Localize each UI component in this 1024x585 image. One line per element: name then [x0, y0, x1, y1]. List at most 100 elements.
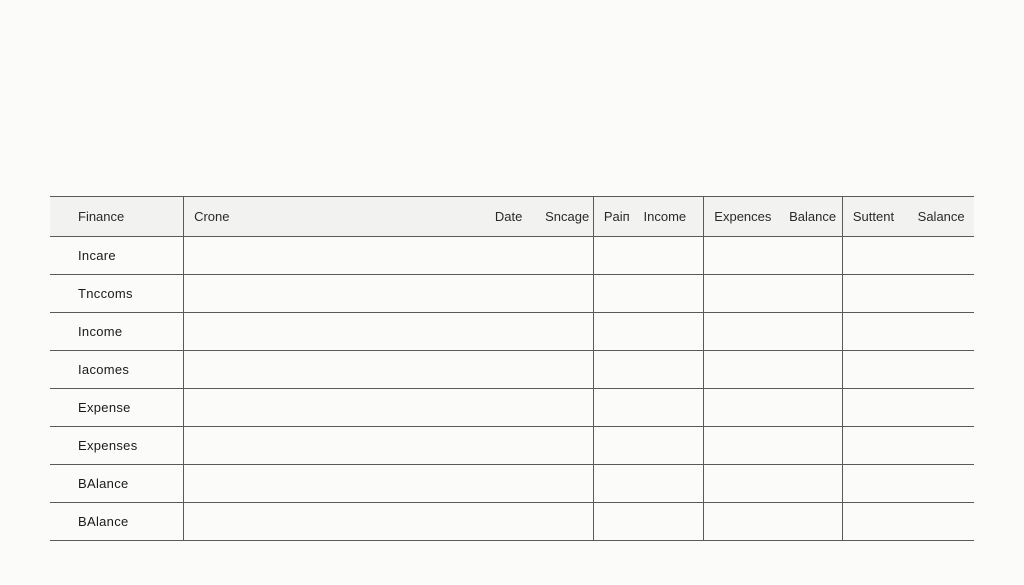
- table-row: Iacomes: [50, 351, 974, 389]
- cell: [704, 503, 779, 541]
- cell: [704, 237, 779, 275]
- cell: [779, 389, 842, 427]
- cell: [704, 351, 779, 389]
- cell: [842, 275, 907, 313]
- col-crone: Crone: [184, 197, 485, 237]
- cell: [704, 389, 779, 427]
- col-suttent: Suttent: [842, 197, 907, 237]
- cell: [704, 465, 779, 503]
- cell: [485, 351, 535, 389]
- cell: [704, 427, 779, 465]
- row-label: Expenses: [50, 427, 184, 465]
- cell: [485, 313, 535, 351]
- cell: [593, 275, 633, 313]
- cell: [485, 427, 535, 465]
- cell: [908, 275, 974, 313]
- cell: [779, 465, 842, 503]
- cell: [704, 275, 779, 313]
- table-row: Expenses: [50, 427, 974, 465]
- cell: [535, 237, 593, 275]
- cell: [634, 503, 704, 541]
- cell: [593, 465, 633, 503]
- cell: [184, 503, 485, 541]
- cell: [535, 275, 593, 313]
- finance-table-container: Finance Crone Date Sncage Paiп Income Ex…: [50, 196, 974, 541]
- row-label: Income: [50, 313, 184, 351]
- table-row: BAlance: [50, 465, 974, 503]
- row-label: BAlance: [50, 465, 184, 503]
- col-income: Income: [634, 197, 704, 237]
- cell: [535, 389, 593, 427]
- cell: [184, 389, 485, 427]
- cell: [842, 465, 907, 503]
- col-sncage: Sncage: [535, 197, 593, 237]
- row-label: Expense: [50, 389, 184, 427]
- table-row: Incare: [50, 237, 974, 275]
- cell: [184, 427, 485, 465]
- cell: [593, 427, 633, 465]
- cell: [779, 275, 842, 313]
- cell: [779, 351, 842, 389]
- cell: [593, 351, 633, 389]
- cell: [842, 427, 907, 465]
- cell: [908, 427, 974, 465]
- cell: [593, 503, 633, 541]
- cell: [485, 237, 535, 275]
- cell: [842, 351, 907, 389]
- cell: [634, 427, 704, 465]
- row-label: BAlance: [50, 503, 184, 541]
- table-row: Expense: [50, 389, 974, 427]
- cell: [184, 275, 485, 313]
- cell: [908, 503, 974, 541]
- cell: [184, 313, 485, 351]
- cell: [908, 389, 974, 427]
- col-salance: Salance: [908, 197, 974, 237]
- cell: [535, 503, 593, 541]
- col-expences: Expences: [704, 197, 779, 237]
- cell: [535, 313, 593, 351]
- cell: [704, 313, 779, 351]
- row-label: Iacomes: [50, 351, 184, 389]
- table-row: Income: [50, 313, 974, 351]
- cell: [593, 389, 633, 427]
- cell: [593, 313, 633, 351]
- cell: [485, 389, 535, 427]
- cell: [908, 237, 974, 275]
- cell: [485, 465, 535, 503]
- cell: [634, 389, 704, 427]
- cell: [908, 465, 974, 503]
- cell: [485, 503, 535, 541]
- cell: [634, 237, 704, 275]
- finance-table: Finance Crone Date Sncage Paiп Income Ex…: [50, 196, 974, 541]
- cell: [779, 237, 842, 275]
- cell: [842, 389, 907, 427]
- cell: [842, 313, 907, 351]
- cell: [535, 465, 593, 503]
- cell: [634, 275, 704, 313]
- col-finance: Finance: [50, 197, 184, 237]
- cell: [535, 427, 593, 465]
- cell: [779, 427, 842, 465]
- cell: [634, 313, 704, 351]
- cell: [184, 351, 485, 389]
- row-label: Tnccoms: [50, 275, 184, 313]
- cell: [184, 465, 485, 503]
- col-date: Date: [485, 197, 535, 237]
- col-pair: Paiп: [593, 197, 633, 237]
- cell: [485, 275, 535, 313]
- row-label: Incare: [50, 237, 184, 275]
- cell: [184, 237, 485, 275]
- document-page: Finance Crone Date Sncage Paiп Income Ex…: [0, 0, 1024, 585]
- table-row: Tnccoms: [50, 275, 974, 313]
- col-balance: Balance: [779, 197, 842, 237]
- cell: [535, 351, 593, 389]
- cell: [634, 351, 704, 389]
- cell: [842, 237, 907, 275]
- cell: [908, 351, 974, 389]
- table-header-row: Finance Crone Date Sncage Paiп Income Ex…: [50, 197, 974, 237]
- cell: [779, 313, 842, 351]
- cell: [842, 503, 907, 541]
- cell: [634, 465, 704, 503]
- cell: [779, 503, 842, 541]
- cell: [593, 237, 633, 275]
